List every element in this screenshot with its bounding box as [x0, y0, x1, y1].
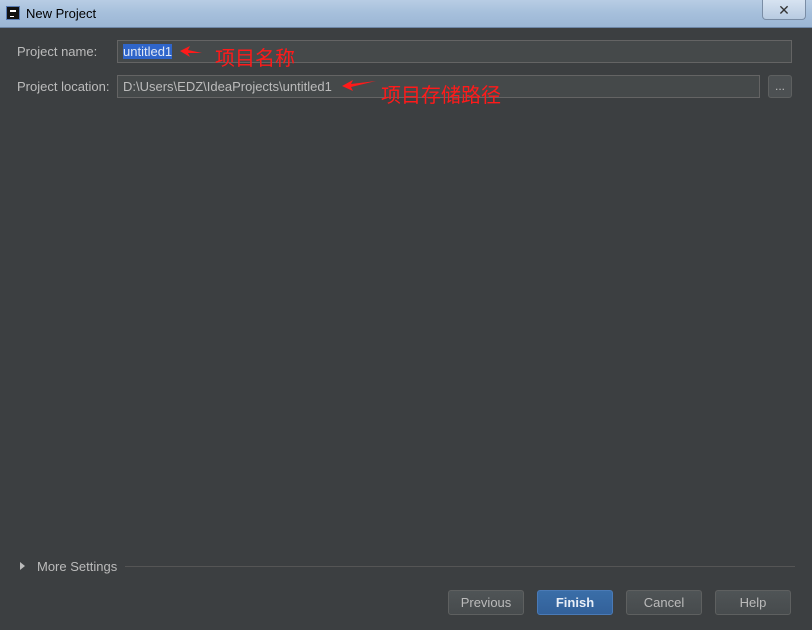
title-bar: New Project ✕ — [0, 0, 812, 28]
project-location-label: Project location: — [17, 79, 110, 94]
finish-button[interactable]: Finish — [537, 590, 613, 615]
annotation-arrow-name — [180, 46, 202, 57]
close-button[interactable]: ✕ — [762, 0, 806, 20]
browse-location-button[interactable]: ... — [768, 75, 792, 98]
project-location-value: D:\Users\EDZ\IdeaProjects\untitled1 — [123, 79, 332, 94]
more-settings-divider — [125, 566, 795, 567]
cancel-button[interactable]: Cancel — [626, 590, 702, 615]
project-name-label: Project name: — [17, 44, 98, 59]
project-location-annotation: 项目存储路径 — [381, 83, 501, 107]
expand-arrow-icon — [20, 562, 25, 570]
project-name-annotation: 项目名称 — [215, 46, 295, 70]
help-button[interactable]: Help — [715, 590, 791, 615]
more-settings-label: More Settings — [37, 558, 118, 574]
previous-button[interactable]: Previous — [448, 590, 524, 615]
intellij-app-icon — [6, 6, 20, 20]
close-icon: ✕ — [778, 1, 790, 18]
window-title: New Project — [26, 6, 97, 21]
more-settings-toggle[interactable]: More Settings — [20, 556, 117, 576]
project-name-value: untitled1 — [123, 44, 173, 59]
annotation-arrow-location — [342, 80, 376, 91]
